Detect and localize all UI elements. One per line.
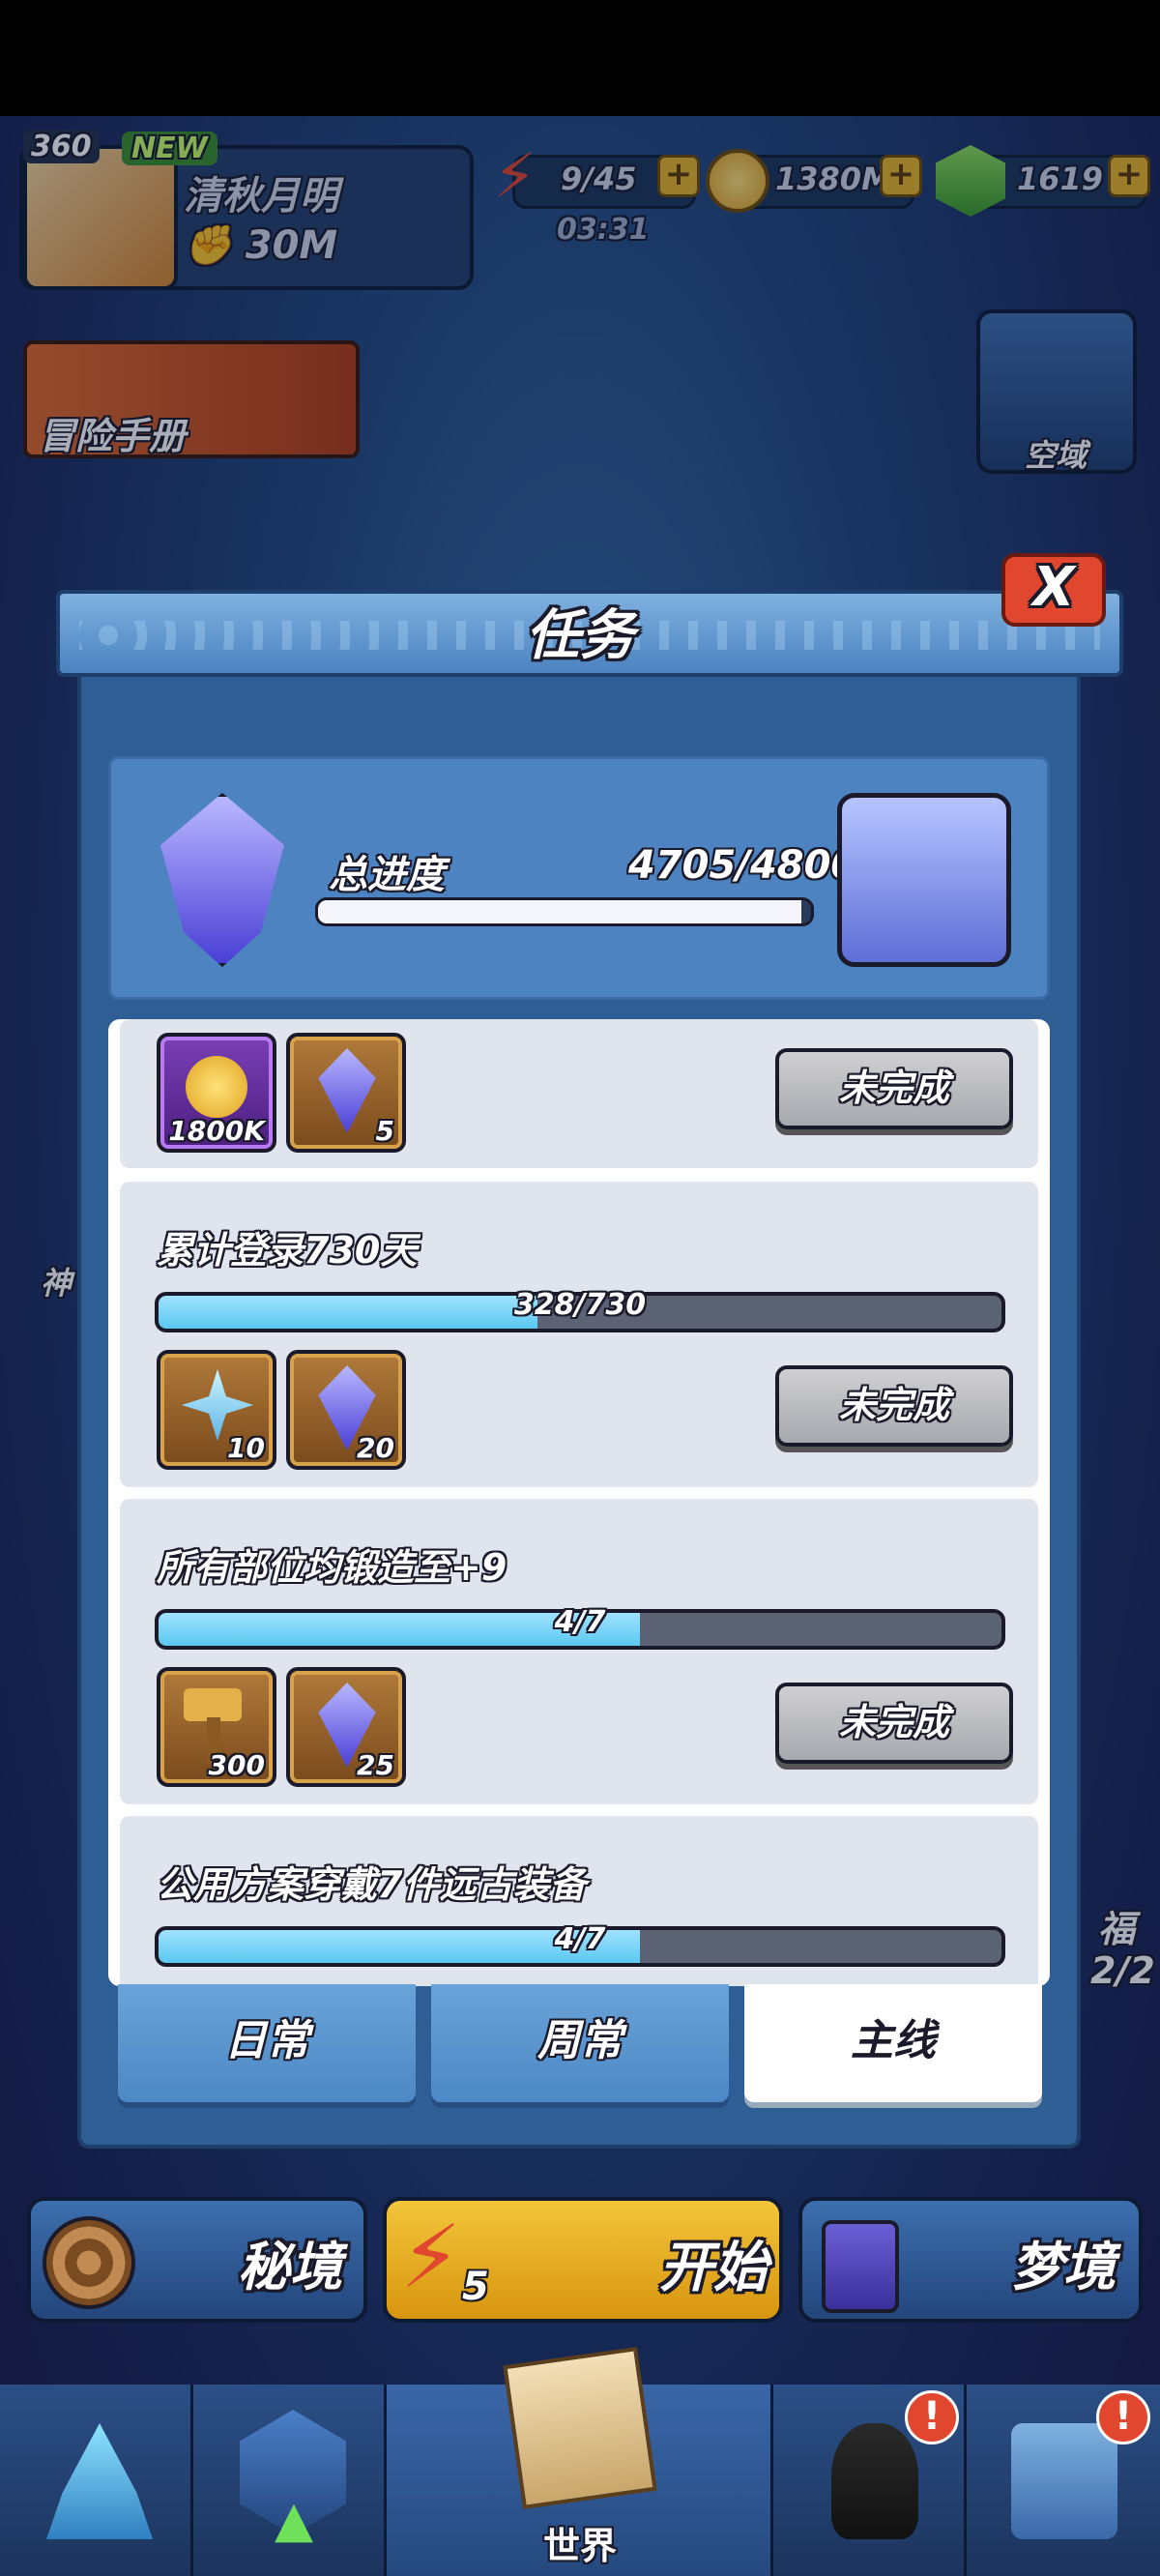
nav-item-5[interactable]: !	[967, 2385, 1160, 2576]
building-icon	[1011, 2423, 1117, 2539]
task-item: 累计登录730天 328/730 10 20 未完成	[120, 1182, 1038, 1487]
total-progress-fill	[318, 900, 801, 923]
forge-hammer-icon	[184, 1688, 242, 1721]
up-arrow-icon: ▲	[275, 2491, 313, 2549]
gold-coins-icon	[186, 1056, 247, 1118]
nav-item-2[interactable]: ▲	[193, 2385, 387, 2576]
nav-item-world[interactable]: 世界	[387, 2346, 773, 2576]
task-title: 所有部位均锻造至+9	[157, 1546, 508, 1589]
reward-forge-hammer: 300	[157, 1667, 276, 1787]
nav-item-4[interactable]: !	[773, 2385, 967, 2576]
reward-qty: 20	[357, 1432, 394, 1464]
dartboard-icon	[43, 2216, 135, 2309]
total-progress-text: 4705/4800	[628, 843, 858, 888]
reward-crystal-emblem: 20	[286, 1350, 406, 1470]
alert-icon: !	[905, 2390, 959, 2444]
close-button[interactable]: X	[1001, 553, 1106, 627]
reward-star-crystal: 10	[157, 1350, 276, 1470]
reward-qty: 5	[375, 1115, 394, 1147]
reward-qty: 10	[227, 1432, 265, 1464]
treasure-map-icon	[503, 2346, 657, 2510]
reward-gold-coins: 1800K	[157, 1033, 276, 1153]
reward-qty: 25	[357, 1749, 394, 1781]
card-icon	[822, 2220, 899, 2313]
start-label: 开始	[659, 2237, 768, 2299]
star-crystal-icon	[182, 1369, 253, 1441]
total-progress-label: 总进度	[329, 853, 445, 897]
task-item: 公用方案穿戴7件远古装备 4/7	[120, 1816, 1038, 1986]
character-icon	[831, 2423, 918, 2539]
dream-realm-label: 梦境	[1011, 2237, 1116, 2298]
nav-item-1[interactable]	[0, 2385, 193, 2576]
status-bar	[0, 0, 1160, 116]
incomplete-button[interactable]: 未完成	[775, 1048, 1013, 1129]
start-cost: 5	[462, 2265, 489, 2309]
lightning-icon: ⚡	[400, 2207, 462, 2308]
tab-daily[interactable]: 日常	[118, 1984, 416, 2102]
secret-realm-label: 秘境	[238, 2237, 342, 2298]
task-item: 1800K 5 未完成	[120, 1019, 1038, 1168]
reward-qty: 300	[208, 1749, 265, 1781]
task-progress-text: 4/7	[554, 1605, 606, 1639]
tab-weekly[interactable]: 周常	[431, 1984, 729, 2102]
task-title: 累计登录730天	[157, 1229, 418, 1272]
reward-crystal-emblem: 5	[286, 1033, 406, 1153]
crystal-chest-icon	[837, 793, 1011, 967]
crown-spire-icon	[46, 2423, 153, 2539]
incomplete-button[interactable]: 未完成	[775, 1365, 1013, 1447]
task-progress-text: 4/7	[554, 1922, 606, 1956]
crystal-emblem-icon	[318, 1048, 376, 1133]
task-item: 所有部位均锻造至+9 4/7 300 25 未完成	[120, 1499, 1038, 1804]
reward-crystal-emblem: 25	[286, 1667, 406, 1787]
incomplete-button[interactable]: 未完成	[775, 1683, 1013, 1764]
task-list[interactable]: 1800K 5 未完成 累计登录730天 328/730 10 20 未完成 所…	[108, 1019, 1050, 1986]
total-progress-bar	[315, 897, 814, 926]
reward-qty: 1800K	[168, 1115, 265, 1147]
task-title: 公用方案穿戴7件远古装备	[157, 1863, 587, 1906]
nav-world-label: 世界	[542, 2525, 617, 2567]
tab-main[interactable]: 主线	[744, 1984, 1042, 2102]
task-progress-text: 328/730	[513, 1288, 647, 1322]
modal-title: 任务	[526, 604, 634, 667]
alert-icon: !	[1096, 2390, 1150, 2444]
